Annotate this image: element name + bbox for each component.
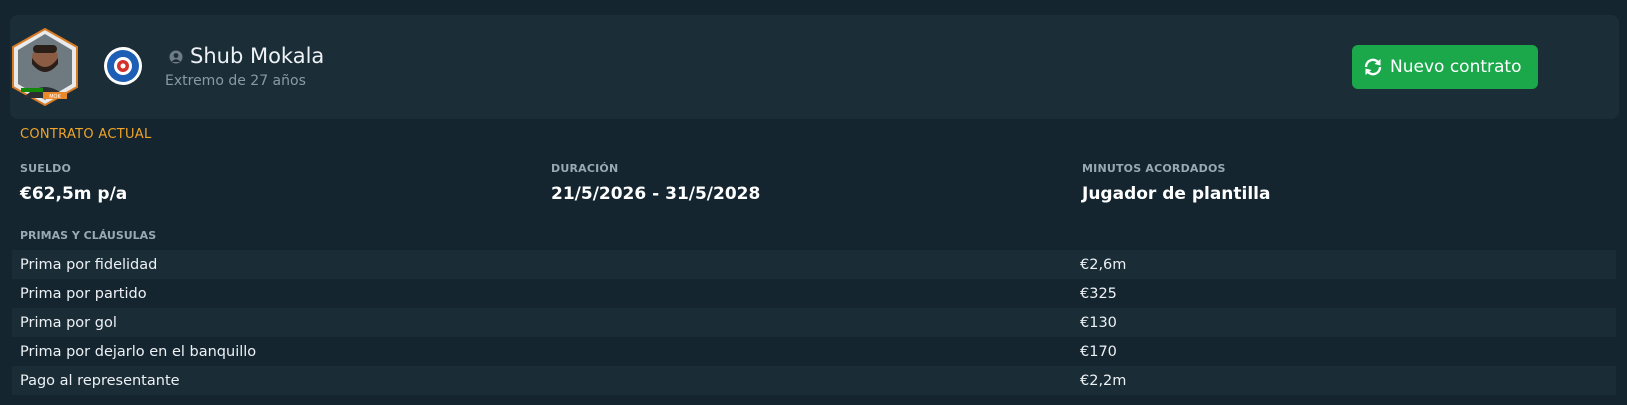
wage-label: SUELDO: [20, 162, 72, 175]
duration-value: 21/5/2026 - 31/5/2028: [551, 184, 761, 204]
new-contract-button[interactable]: Nuevo contrato: [1352, 45, 1538, 89]
bonuses-table: Prima por fidelidad €2,6m Prima por part…: [12, 250, 1616, 395]
flag-badge-text: MOK: [49, 94, 61, 100]
bonus-name: Prima por dejarlo en el banquillo: [20, 343, 257, 360]
person-icon: [169, 50, 183, 64]
section-title: CONTRATO ACTUAL: [20, 127, 152, 142]
bonus-name: Prima por partido: [20, 285, 147, 302]
bonus-value: €325: [1080, 285, 1117, 302]
bonus-value: €170: [1080, 343, 1117, 360]
player-name[interactable]: Shub Mokala: [190, 44, 324, 68]
table-row: Prima por fidelidad €2,6m: [12, 250, 1616, 279]
wage-value: €62,5m p/a: [20, 184, 128, 204]
bonus-value: €2,6m: [1080, 256, 1127, 273]
bonus-value: €2,2m: [1080, 372, 1127, 389]
player-avatar[interactable]: MOK: [11, 28, 79, 106]
club-crest-icon[interactable]: [103, 46, 143, 86]
minutes-label: MINUTOS ACORDADOS: [1082, 162, 1226, 175]
new-contract-label: Nuevo contrato: [1390, 57, 1522, 77]
table-row: Pago al representante €2,2m: [12, 366, 1616, 395]
player-subtitle: Extremo de 27 años: [165, 73, 306, 89]
bonus-name: Pago al representante: [20, 372, 180, 389]
bonuses-title: PRIMAS Y CLÁUSULAS: [20, 229, 157, 242]
bonus-value: €130: [1080, 314, 1117, 331]
refresh-icon: [1364, 58, 1382, 76]
minutes-value: Jugador de plantilla: [1082, 184, 1271, 204]
duration-label: DURACIÓN: [551, 162, 619, 175]
table-row: Prima por dejarlo en el banquillo €170: [12, 337, 1616, 366]
bonus-name: Prima por gol: [20, 314, 117, 331]
table-row: Prima por gol €130: [12, 308, 1616, 337]
bonus-name: Prima por fidelidad: [20, 256, 158, 273]
table-row: Prima por partido €325: [12, 279, 1616, 308]
